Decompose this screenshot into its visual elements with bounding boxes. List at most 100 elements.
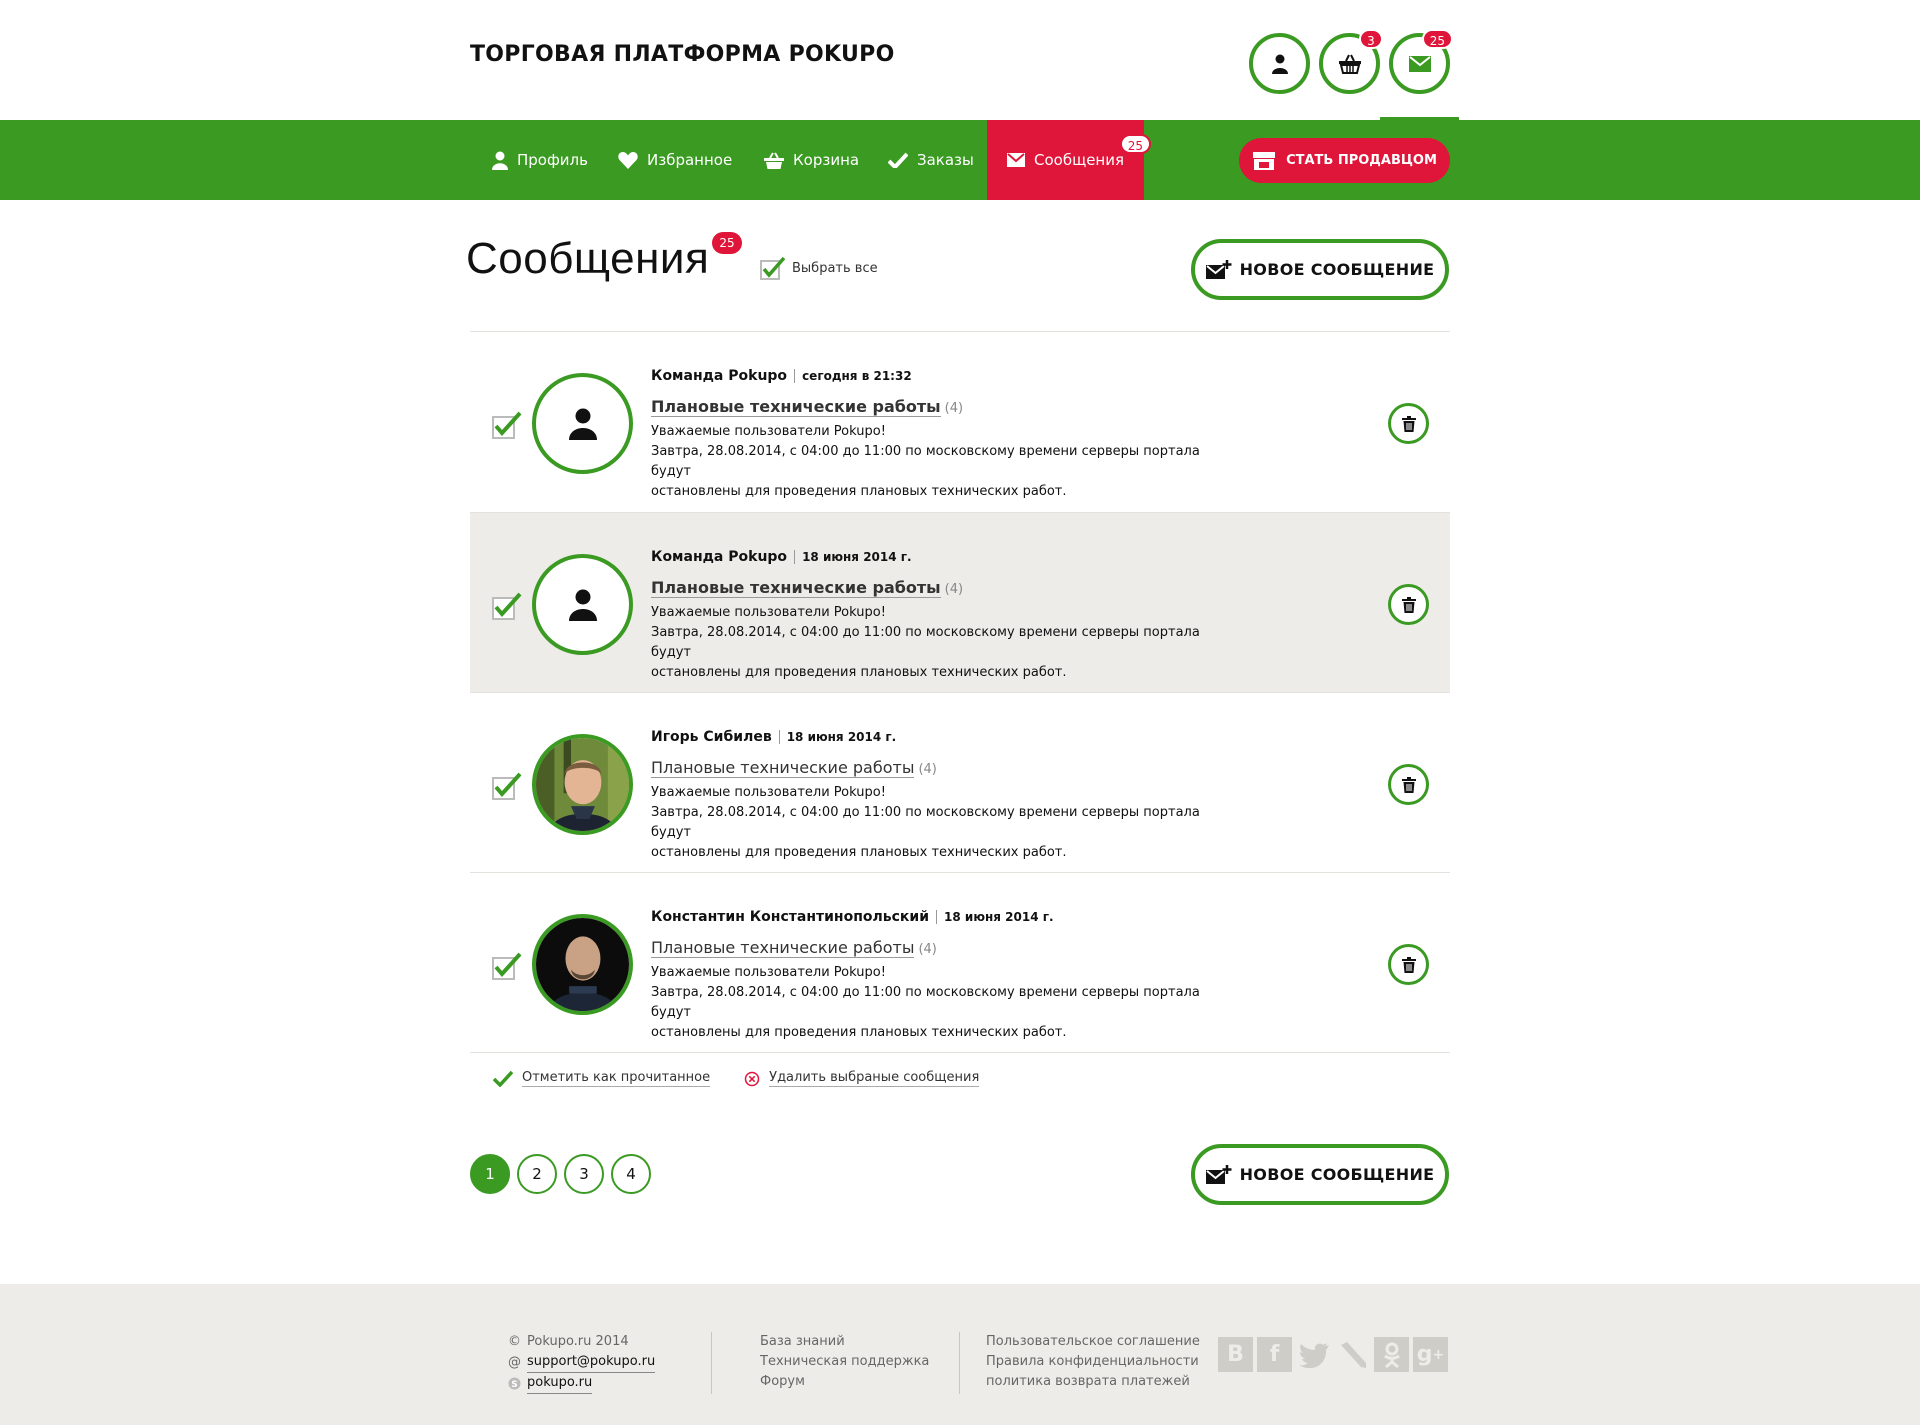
nav-item-favorites[interactable]: Избранное [618,120,732,200]
checkbox-checked-icon [492,411,522,439]
twitter-icon[interactable] [1296,1337,1331,1372]
message-header: Команда Pokupo сегодня в 21:32 [651,368,912,384]
livejournal-icon[interactable] [1335,1337,1370,1372]
message-subject[interactable]: Плановые технические работы (4) [651,758,937,778]
nav-item-cart[interactable]: Корзина [764,120,859,200]
page-button[interactable]: 2 [517,1154,557,1194]
delete-message-button[interactable] [1388,764,1429,805]
messages-count-badge: 25 [1421,29,1453,49]
message-item[interactable]: Команда Pokupo сегодня в 21:32 Плановые … [470,332,1450,512]
message-subject[interactable]: Плановые технические работы (4) [651,938,937,958]
mark-read-link[interactable]: Отметить как прочитанное [493,1070,711,1087]
delete-message-button[interactable] [1388,403,1429,444]
message-sender[interactable]: Константин Константинопольский [651,909,929,925]
checkbox-checked-icon [492,592,522,620]
page-button[interactable]: 3 [564,1154,604,1194]
delete-message-button[interactable] [1388,584,1429,625]
select-all-checkbox[interactable]: Выбрать все [760,256,878,280]
nav-item-label: Сообщения [1034,151,1125,169]
new-message-button-bottom[interactable]: НОВОЕ СООБЩЕНИЕ [1191,1144,1449,1205]
facebook-icon[interactable]: f [1257,1337,1292,1372]
skype-link[interactable]: pokupo.ru [527,1373,593,1394]
social-links: B f g + [1218,1337,1448,1372]
footer-contacts: © Pokupo.ru 2014 @ support@pokupo.ru S p… [508,1332,656,1394]
avatar-photo [532,734,633,835]
message-checkbox[interactable] [492,592,522,624]
copyright-text: Pokupo.ru 2014 [527,1334,629,1349]
message-subject[interactable]: Плановые технические работы (4) [651,397,964,417]
pagination: 1 2 3 4 [470,1154,651,1194]
message-subject-link[interactable]: Плановые технические работы [651,938,915,958]
vk-icon[interactable]: B [1218,1337,1253,1372]
separator [794,369,796,383]
message-sender[interactable]: Команда Pokupo [651,368,787,384]
message-checkbox[interactable] [492,772,522,804]
message-subject-link[interactable]: Плановые технические работы [651,578,941,598]
message-preview-line: Завтра, 28.08.2014, с 04:00 до 11:00 по … [651,805,1200,840]
become-seller-label: СТАТЬ ПРОДАВЦОМ [1286,153,1437,168]
page-title: Сообщения [466,234,710,283]
message-item[interactable]: Игорь Сибилев 18 июня 2014 г. Плановые т… [470,693,1450,873]
message-count: (4) [918,942,937,957]
footer-link[interactable]: Пользовательское соглашение [986,1332,1200,1352]
site-title[interactable]: ТОРГОВАЯ ПЛАТФОРМА POKUPO [470,42,895,67]
nav-item-profile[interactable]: Профиль [492,120,588,200]
page-button-current[interactable]: 1 [470,1154,510,1194]
new-message-button-top[interactable]: НОВОЕ СООБЩЕНИЕ [1191,239,1449,300]
odnoklassniki-icon[interactable] [1374,1337,1409,1372]
nav-item-label: Заказы [917,151,974,169]
nav-item-orders[interactable]: Заказы [888,120,974,200]
skype-contact: S pokupo.ru [508,1373,655,1394]
message-header: Команда Pokupo 18 июня 2014 г. [651,549,912,565]
footer-separator [959,1332,960,1394]
message-checkbox[interactable] [492,411,522,443]
google-plus-icon[interactable]: g + [1413,1337,1448,1372]
message-sender[interactable]: Игорь Сибилев [651,729,772,745]
message-preview-line: остановлены для проведения плановых техн… [651,845,1067,860]
checkbox-checked-icon [760,256,786,280]
footer-link[interactable]: Форум [760,1372,929,1392]
trash-icon [1401,415,1416,432]
message-preview-line: Уважаемые пользователи Pokupo! [651,605,886,620]
check-icon [493,1070,513,1087]
delete-message-button[interactable] [1388,944,1429,985]
store-icon [1253,151,1276,170]
message-checkbox[interactable] [492,952,522,984]
close-circle-icon [744,1071,760,1086]
new-message-label: НОВОЕ СООБЩЕНИЕ [1239,260,1435,279]
delete-selected-link[interactable]: Удалить выбраные сообщения [744,1070,980,1087]
cart-button[interactable]: 3 [1319,29,1383,94]
messages-button[interactable]: 25 [1389,29,1453,94]
footer-link[interactable]: Техническая поддержка [760,1352,929,1372]
message-item[interactable]: Команда Pokupo 18 июня 2014 г. Плановые … [470,513,1450,693]
message-subject-link[interactable]: Плановые технические работы [651,397,941,417]
message-header: Игорь Сибилев 18 июня 2014 г. [651,729,896,745]
checkbox-checked-icon [492,772,522,800]
message-count: (4) [944,401,964,416]
message-subject[interactable]: Плановые технические работы (4) [651,578,963,598]
message-preview-line: Уважаемые пользователи Pokupo! [651,785,886,800]
become-seller-button[interactable]: СТАТЬ ПРОДАВЦОМ [1239,138,1450,183]
separator [936,910,938,924]
footer-links-legal: Пользовательское соглашение Правила конф… [986,1332,1200,1392]
message-preview-line: Завтра, 28.08.2014, с 04:00 до 11:00 по … [651,985,1200,1020]
person-photo [536,918,629,1011]
message-subject-link[interactable]: Плановые технические работы [651,758,915,778]
message-preview-line: остановлены для проведения плановых техн… [651,1025,1067,1040]
new-message-icon [1205,259,1232,279]
footer-separator [711,1332,712,1394]
message-sender[interactable]: Команда Pokupo [651,549,787,565]
cart-count-badge: 3 [1359,29,1383,49]
nav-item-messages[interactable]: Сообщения 25 [987,120,1152,200]
profile-button[interactable] [1249,33,1310,94]
footer-link[interactable]: политика возврата платежей [986,1372,1200,1392]
footer-links-help: База знаний Техническая поддержка Форум [760,1332,929,1392]
user-icon [568,589,597,621]
footer-link[interactable]: База знаний [760,1332,929,1352]
message-item[interactable]: Константин Константинопольский 18 июня 2… [470,873,1450,1053]
footer-link[interactable]: Правила конфиденциальности [986,1352,1200,1372]
support-email-link[interactable]: support@pokupo.ru [527,1352,656,1373]
ok-shape [1383,1342,1400,1368]
page-button[interactable]: 4 [611,1154,651,1194]
nav-item-label: Корзина [793,151,860,169]
